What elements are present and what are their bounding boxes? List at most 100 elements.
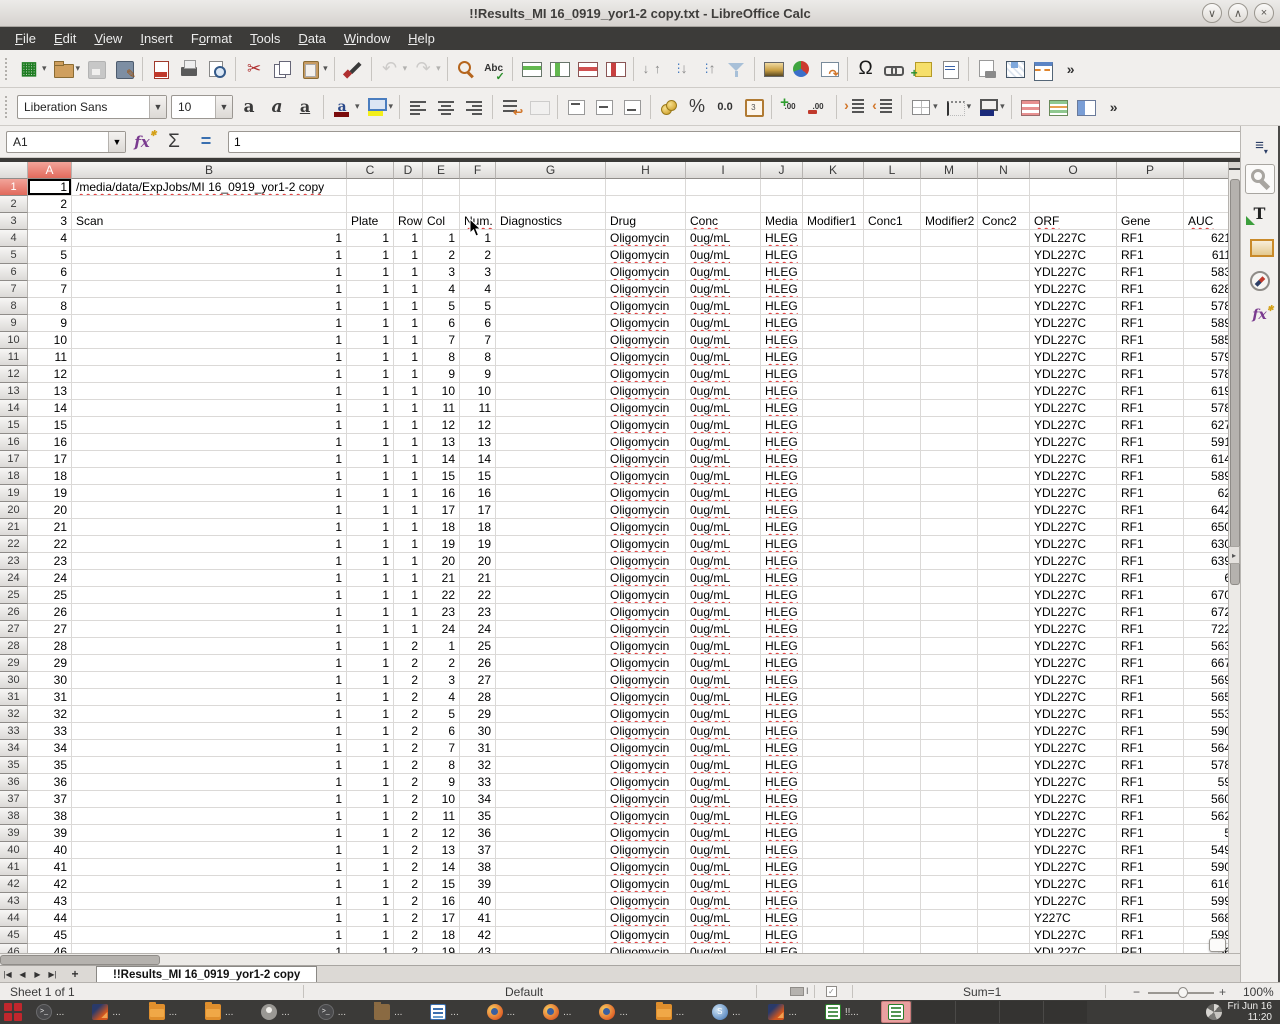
cell-B38[interactable]: 1 (72, 808, 347, 825)
cell-G3[interactable]: Diagnostics (496, 213, 606, 230)
cell-D42[interactable]: 2 (394, 876, 423, 893)
cell-D11[interactable]: 1 (394, 349, 423, 366)
cell-A14[interactable]: 14 (28, 400, 72, 417)
cell-H13[interactable]: Oligomycin (606, 383, 686, 400)
cell-C15[interactable]: 1 (347, 417, 394, 434)
cell-E41[interactable]: 14 (423, 859, 460, 876)
row-header-44[interactable]: 44 (0, 910, 28, 927)
cell-C17[interactable]: 1 (347, 451, 394, 468)
cell-A44[interactable]: 44 (28, 910, 72, 927)
cell-F21[interactable]: 18 (460, 519, 496, 536)
cell-D35[interactable]: 2 (394, 757, 423, 774)
cell-L31[interactable] (864, 689, 921, 706)
cell-I1[interactable] (686, 179, 761, 196)
cell-K21[interactable] (803, 519, 864, 536)
row-header-6[interactable]: 6 (0, 264, 28, 281)
sidebar-tab-navigator[interactable] (1245, 266, 1275, 296)
cell-K32[interactable] (803, 706, 864, 723)
cell-D40[interactable]: 2 (394, 842, 423, 859)
cell-H5[interactable]: Oligomycin (606, 247, 686, 264)
column-header-C[interactable]: C (347, 162, 394, 179)
cell-I30[interactable]: 0ug/mL (686, 672, 761, 689)
cell-E15[interactable]: 12 (423, 417, 460, 434)
taskbar-button-libreoffice-calc[interactable]: !!... (819, 1001, 865, 1023)
cell-J3[interactable]: Media (761, 213, 803, 230)
taskbar-button-file-manager[interactable]: ... (143, 1001, 183, 1023)
cell-E40[interactable]: 13 (423, 842, 460, 859)
cell-N3[interactable]: Conc2 (978, 213, 1030, 230)
cell-C29[interactable]: 1 (347, 655, 394, 672)
border-style-button[interactable]: ▾ (940, 92, 974, 122)
cell-N1[interactable] (978, 179, 1030, 196)
cell-L43[interactable] (864, 893, 921, 910)
cell-J9[interactable]: HLEG (761, 315, 803, 332)
chevron-down-icon[interactable]: ▾ (967, 101, 972, 112)
cell-C28[interactable]: 1 (347, 638, 394, 655)
cell-H7[interactable]: Oligomycin (606, 281, 686, 298)
cell-P13[interactable]: RF1 (1117, 383, 1184, 400)
row-header-4[interactable]: 4 (0, 230, 28, 247)
cell-I31[interactable]: 0ug/mL (686, 689, 761, 706)
cell-L42[interactable] (864, 876, 921, 893)
cell-K5[interactable] (803, 247, 864, 264)
cell-B30[interactable]: 1 (72, 672, 347, 689)
cell-M5[interactable] (921, 247, 978, 264)
row-header-40[interactable]: 40 (0, 842, 28, 859)
export-pdf-button[interactable] (147, 54, 175, 84)
cell-F17[interactable]: 14 (460, 451, 496, 468)
cell-F31[interactable]: 28 (460, 689, 496, 706)
cell-I39[interactable]: 0ug/mL (686, 825, 761, 842)
cell-J29[interactable]: HLEG (761, 655, 803, 672)
cell-B28[interactable]: 1 (72, 638, 347, 655)
maximize-button[interactable]: ∧ (1228, 3, 1248, 23)
cell-J31[interactable]: HLEG (761, 689, 803, 706)
cell-M19[interactable] (921, 485, 978, 502)
titlebar[interactable]: !!Results_MI 16_0919_yor1-2 copy.txt - L… (0, 0, 1280, 27)
cell-M26[interactable] (921, 604, 978, 621)
cell-K42[interactable] (803, 876, 864, 893)
cell-D34[interactable]: 2 (394, 740, 423, 757)
column-header-E[interactable]: E (423, 162, 460, 179)
row-header-13[interactable]: 13 (0, 383, 28, 400)
cell-O1[interactable] (1030, 179, 1117, 196)
cell-H12[interactable]: Oligomycin (606, 366, 686, 383)
cell-I13[interactable]: 0ug/mL (686, 383, 761, 400)
cell-J6[interactable]: HLEG (761, 264, 803, 281)
cell-C10[interactable]: 1 (347, 332, 394, 349)
cell-C40[interactable]: 1 (347, 842, 394, 859)
format-as-currency-button[interactable] (655, 92, 683, 122)
cell-H42[interactable]: Oligomycin (606, 876, 686, 893)
cell-M3[interactable]: Modifier2 (921, 213, 978, 230)
cell-J10[interactable]: HLEG (761, 332, 803, 349)
column-header-M[interactable]: M (921, 162, 978, 179)
cell-I40[interactable]: 0ug/mL (686, 842, 761, 859)
cell-I11[interactable]: 0ug/mL (686, 349, 761, 366)
cell-P31[interactable]: RF1 (1117, 689, 1184, 706)
cell-E37[interactable]: 10 (423, 791, 460, 808)
cell-O17[interactable]: YDL227C (1030, 451, 1117, 468)
cell-E26[interactable]: 23 (423, 604, 460, 621)
cell-D18[interactable]: 1 (394, 468, 423, 485)
cell-J27[interactable]: HLEG (761, 621, 803, 638)
sort-ascending-button[interactable] (666, 54, 694, 84)
cell-N40[interactable] (978, 842, 1030, 859)
cell-B23[interactable]: 1 (72, 553, 347, 570)
cell-P2[interactable] (1117, 196, 1184, 213)
cell-D5[interactable]: 1 (394, 247, 423, 264)
cell-N41[interactable] (978, 859, 1030, 876)
cell-I5[interactable]: 0ug/mL (686, 247, 761, 264)
cell-G43[interactable] (496, 893, 606, 910)
menu-file[interactable]: File (6, 29, 45, 48)
cell-J2[interactable] (761, 196, 803, 213)
cell-K43[interactable] (803, 893, 864, 910)
cell-D19[interactable]: 1 (394, 485, 423, 502)
cell-E20[interactable]: 17 (423, 502, 460, 519)
cell-A32[interactable]: 32 (28, 706, 72, 723)
cell-O44[interactable]: Y227C (1030, 910, 1117, 927)
cell-G39[interactable] (496, 825, 606, 842)
find-and-replace-button[interactable] (452, 54, 480, 84)
row-header-17[interactable]: 17 (0, 451, 28, 468)
cell-B12[interactable]: 1 (72, 366, 347, 383)
cell-O37[interactable]: YDL227C (1030, 791, 1117, 808)
cell-F7[interactable]: 4 (460, 281, 496, 298)
